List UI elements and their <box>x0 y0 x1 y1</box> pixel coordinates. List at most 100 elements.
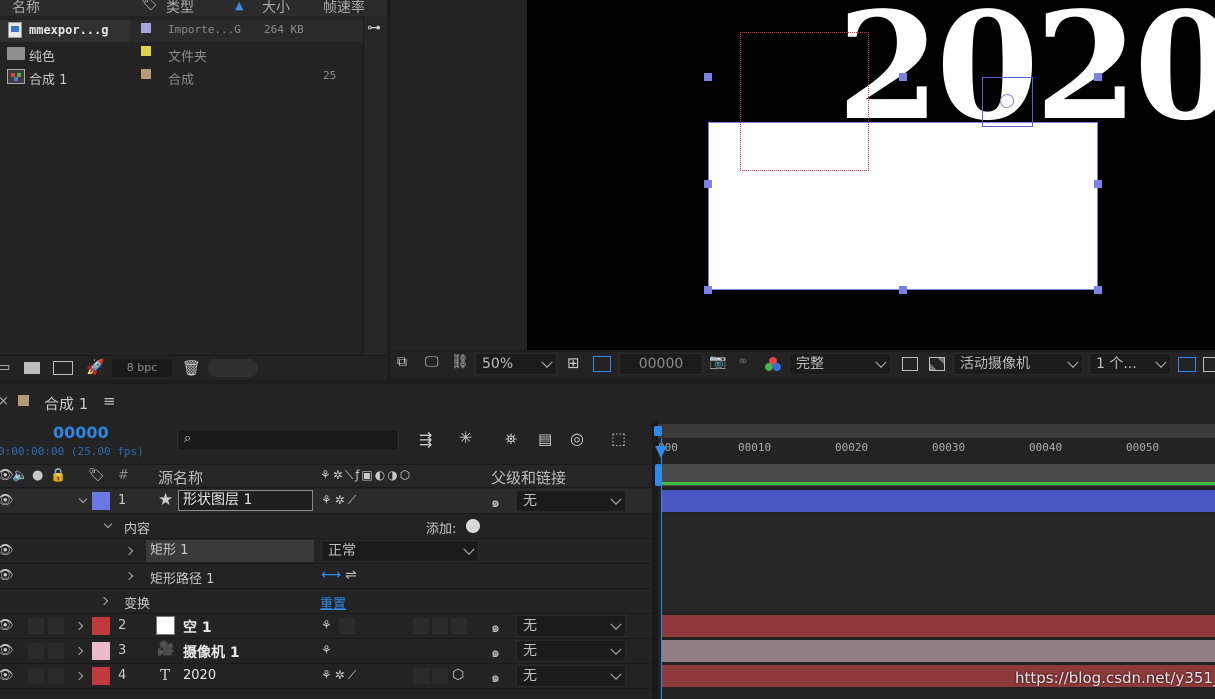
rectangle-group-name[interactable]: 矩形 1 <box>146 540 314 562</box>
layer-name[interactable]: 2020 <box>183 668 216 683</box>
audio-toggle[interactable] <box>28 668 44 684</box>
show-snapshot-icon[interactable]: ⚭ <box>737 354 749 370</box>
contents-row[interactable]: 内容 添加: <box>0 514 652 539</box>
pick-whip-icon[interactable]: ๑ <box>491 667 500 689</box>
current-time-field[interactable]: 00000 <box>619 353 703 375</box>
path-reverse-icon[interactable]: ⇌ <box>345 567 357 583</box>
trash-icon[interactable]: 🗑 <box>182 359 201 377</box>
monitor-icon[interactable]: 🖵 <box>425 354 439 370</box>
transform-handle[interactable] <box>704 286 712 294</box>
switch-box[interactable] <box>451 618 467 634</box>
collapse-chevron-icon[interactable] <box>124 546 134 556</box>
col-name[interactable]: 名称 <box>12 0 40 17</box>
layer-row[interactable]: 👁 4 T 2020 ⚘✲⟋ ⬡ ๑ 无 <box>0 664 652 689</box>
comp-mini-flowchart-icon[interactable]: ⇶ <box>419 430 432 449</box>
layer-label-color[interactable] <box>92 617 110 635</box>
audio-toggle[interactable] <box>28 493 44 509</box>
lock-icon[interactable]: 🔒 <box>50 468 66 483</box>
shy-layers-icon[interactable]: ⛯ <box>505 430 517 448</box>
rectangle-group-row[interactable]: 👁 矩形 1 正常 <box>0 539 652 564</box>
layer-label-color[interactable] <box>92 642 110 660</box>
layer-switches[interactable]: ⚘ <box>321 643 332 657</box>
project-item[interactable]: 纯色 文件夹 <box>0 43 363 65</box>
region-of-interest-icon[interactable] <box>593 356 611 372</box>
snapshot-camera-icon[interactable]: 📷 <box>709 354 726 370</box>
work-area-start-handle[interactable] <box>654 426 662 436</box>
col-source-name[interactable]: 源名称 <box>158 467 203 488</box>
timeline-tab-title[interactable]: 合成 1 <box>44 393 88 414</box>
interpret-footage-icon[interactable]: ▭ <box>0 360 10 375</box>
channels-icon[interactable] <box>765 357 781 373</box>
transform-handle[interactable] <box>704 180 712 188</box>
layer-duration-bar-camera[interactable] <box>662 640 1215 662</box>
playhead-handle-icon[interactable] <box>655 446 667 458</box>
eye-icon[interactable]: 👁 <box>0 668 14 683</box>
project-item[interactable]: mmexpor...g Importe...G 264 KB <box>0 20 363 42</box>
col-type[interactable]: 类型 <box>166 0 194 17</box>
zoom-dropdown[interactable]: 50% <box>475 353 557 375</box>
switch-box[interactable] <box>339 618 355 634</box>
blend-mode-dropdown[interactable]: 正常 <box>321 540 479 562</box>
layer-name[interactable]: 摄像机 1 <box>183 642 240 662</box>
bit-depth-button[interactable]: 8 bpc <box>112 359 172 377</box>
layer-search-input[interactable]: ⌕ <box>177 429 399 451</box>
anchor-point-icon[interactable] <box>1000 94 1014 108</box>
null-object-outline[interactable] <box>740 32 869 171</box>
path-direction-icon[interactable]: ⟷ <box>321 567 341 583</box>
toggle-pixel-aspect-icon[interactable] <box>1178 357 1196 372</box>
audio-toggle[interactable] <box>28 618 44 634</box>
switch-box[interactable] <box>432 493 448 509</box>
layer-row[interactable]: 👁 3 🎥 摄像机 1 ⚘ ๑ 无 <box>0 639 652 664</box>
collapse-chevron-icon[interactable] <box>124 571 134 581</box>
render-queue-icon[interactable]: 🚀 <box>86 358 105 376</box>
add-play-icon[interactable] <box>466 519 480 533</box>
switch-box[interactable] <box>413 668 429 684</box>
transform-row[interactable]: 变换 重置 <box>0 589 652 614</box>
audio-toggle[interactable] <box>28 643 44 659</box>
motion-blur-icon[interactable]: ◎ <box>570 429 584 448</box>
expand-icon[interactable] <box>1203 357 1215 372</box>
time-ruler[interactable]: 000 00010 00020 00030 00040 00050 <box>658 438 1215 462</box>
solo-toggle[interactable] <box>48 643 64 659</box>
label-tag-icon[interactable]: 🏷 <box>88 468 105 483</box>
solo-toggle[interactable] <box>48 668 64 684</box>
label-swatch[interactable] <box>141 69 151 79</box>
eye-icon[interactable]: 👁 <box>0 618 14 633</box>
sort-ascending-icon[interactable]: ▲ <box>235 0 243 12</box>
resolution-dropdown[interactable]: 完整 <box>789 353 891 375</box>
reset-link[interactable]: 重置 <box>320 593 346 612</box>
camera-view-dropdown[interactable]: 活动摄像机 <box>953 353 1083 375</box>
transform-handle[interactable] <box>1094 286 1102 294</box>
layer-label-color[interactable] <box>92 492 110 510</box>
layer-name[interactable]: 形状图层 1 <box>178 490 313 511</box>
pick-whip-icon[interactable]: ๑ <box>491 642 500 664</box>
layer-switches[interactable]: ⚘✲⟋ <box>321 493 359 508</box>
anchor-point-box[interactable] <box>982 77 1033 127</box>
work-area-bar[interactable] <box>658 424 1215 438</box>
comp-duration-bar[interactable] <box>658 464 1215 486</box>
transform-handle[interactable] <box>1094 73 1102 81</box>
3d-layer-icon[interactable]: ⬡ <box>452 667 464 683</box>
transform-handle[interactable] <box>1094 180 1102 188</box>
flowchart-icon[interactable]: ⊶ <box>367 20 381 36</box>
parent-dropdown[interactable]: 无 <box>516 615 626 637</box>
new-composition-icon[interactable] <box>53 361 73 375</box>
switch-box[interactable] <box>451 493 467 509</box>
layer-row[interactable]: 👁 1 ★ 形状图层 1 ⚘✲⟋ ๑ 无 <box>0 489 652 514</box>
transparency-grid-icon[interactable] <box>929 357 945 371</box>
audio-icon[interactable]: 🔈 <box>12 468 28 483</box>
draft-3d-icon[interactable]: ✳ <box>459 428 472 447</box>
solo-toggle[interactable] <box>48 493 64 509</box>
always-preview-icon[interactable]: ⧉ <box>397 354 407 370</box>
collapse-chevron-icon[interactable] <box>99 596 109 606</box>
switch-box[interactable] <box>413 493 429 509</box>
new-folder-icon[interactable] <box>24 362 40 374</box>
layer-label-color[interactable] <box>92 667 110 685</box>
col-size[interactable]: 大小 <box>262 0 290 17</box>
solo-toggle[interactable] <box>48 618 64 634</box>
layer-duration-bar-shape[interactable] <box>662 490 1215 512</box>
pick-whip-icon[interactable]: ๑ <box>491 617 500 639</box>
rectangle-path-row[interactable]: 👁 矩形路径 1 ⟷ ⇌ <box>0 564 652 589</box>
parent-dropdown[interactable]: 无 <box>516 490 626 512</box>
switch-box[interactable] <box>432 618 448 634</box>
